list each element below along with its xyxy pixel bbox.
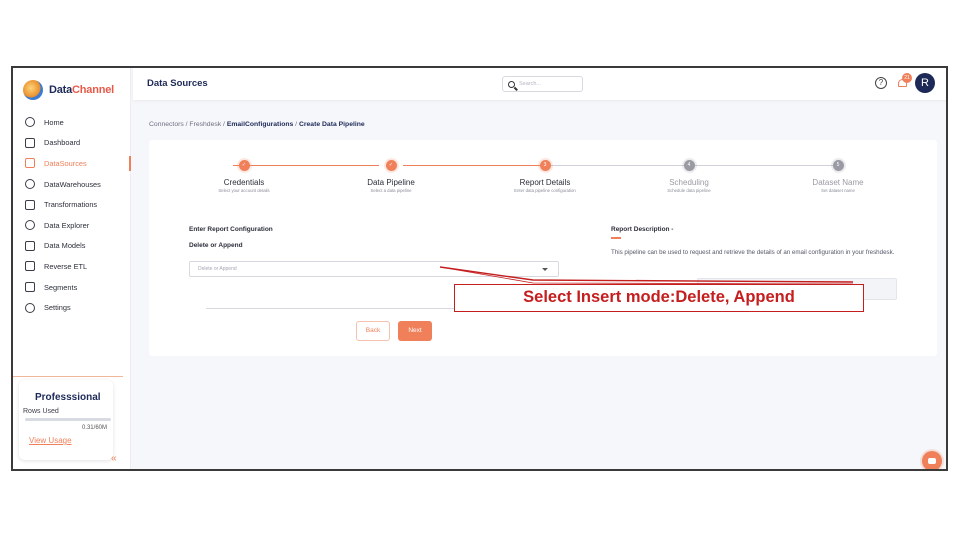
- annotation-callout: Select Insert mode:Delete, Append: [454, 284, 864, 312]
- annotation-pointer: [439, 266, 854, 285]
